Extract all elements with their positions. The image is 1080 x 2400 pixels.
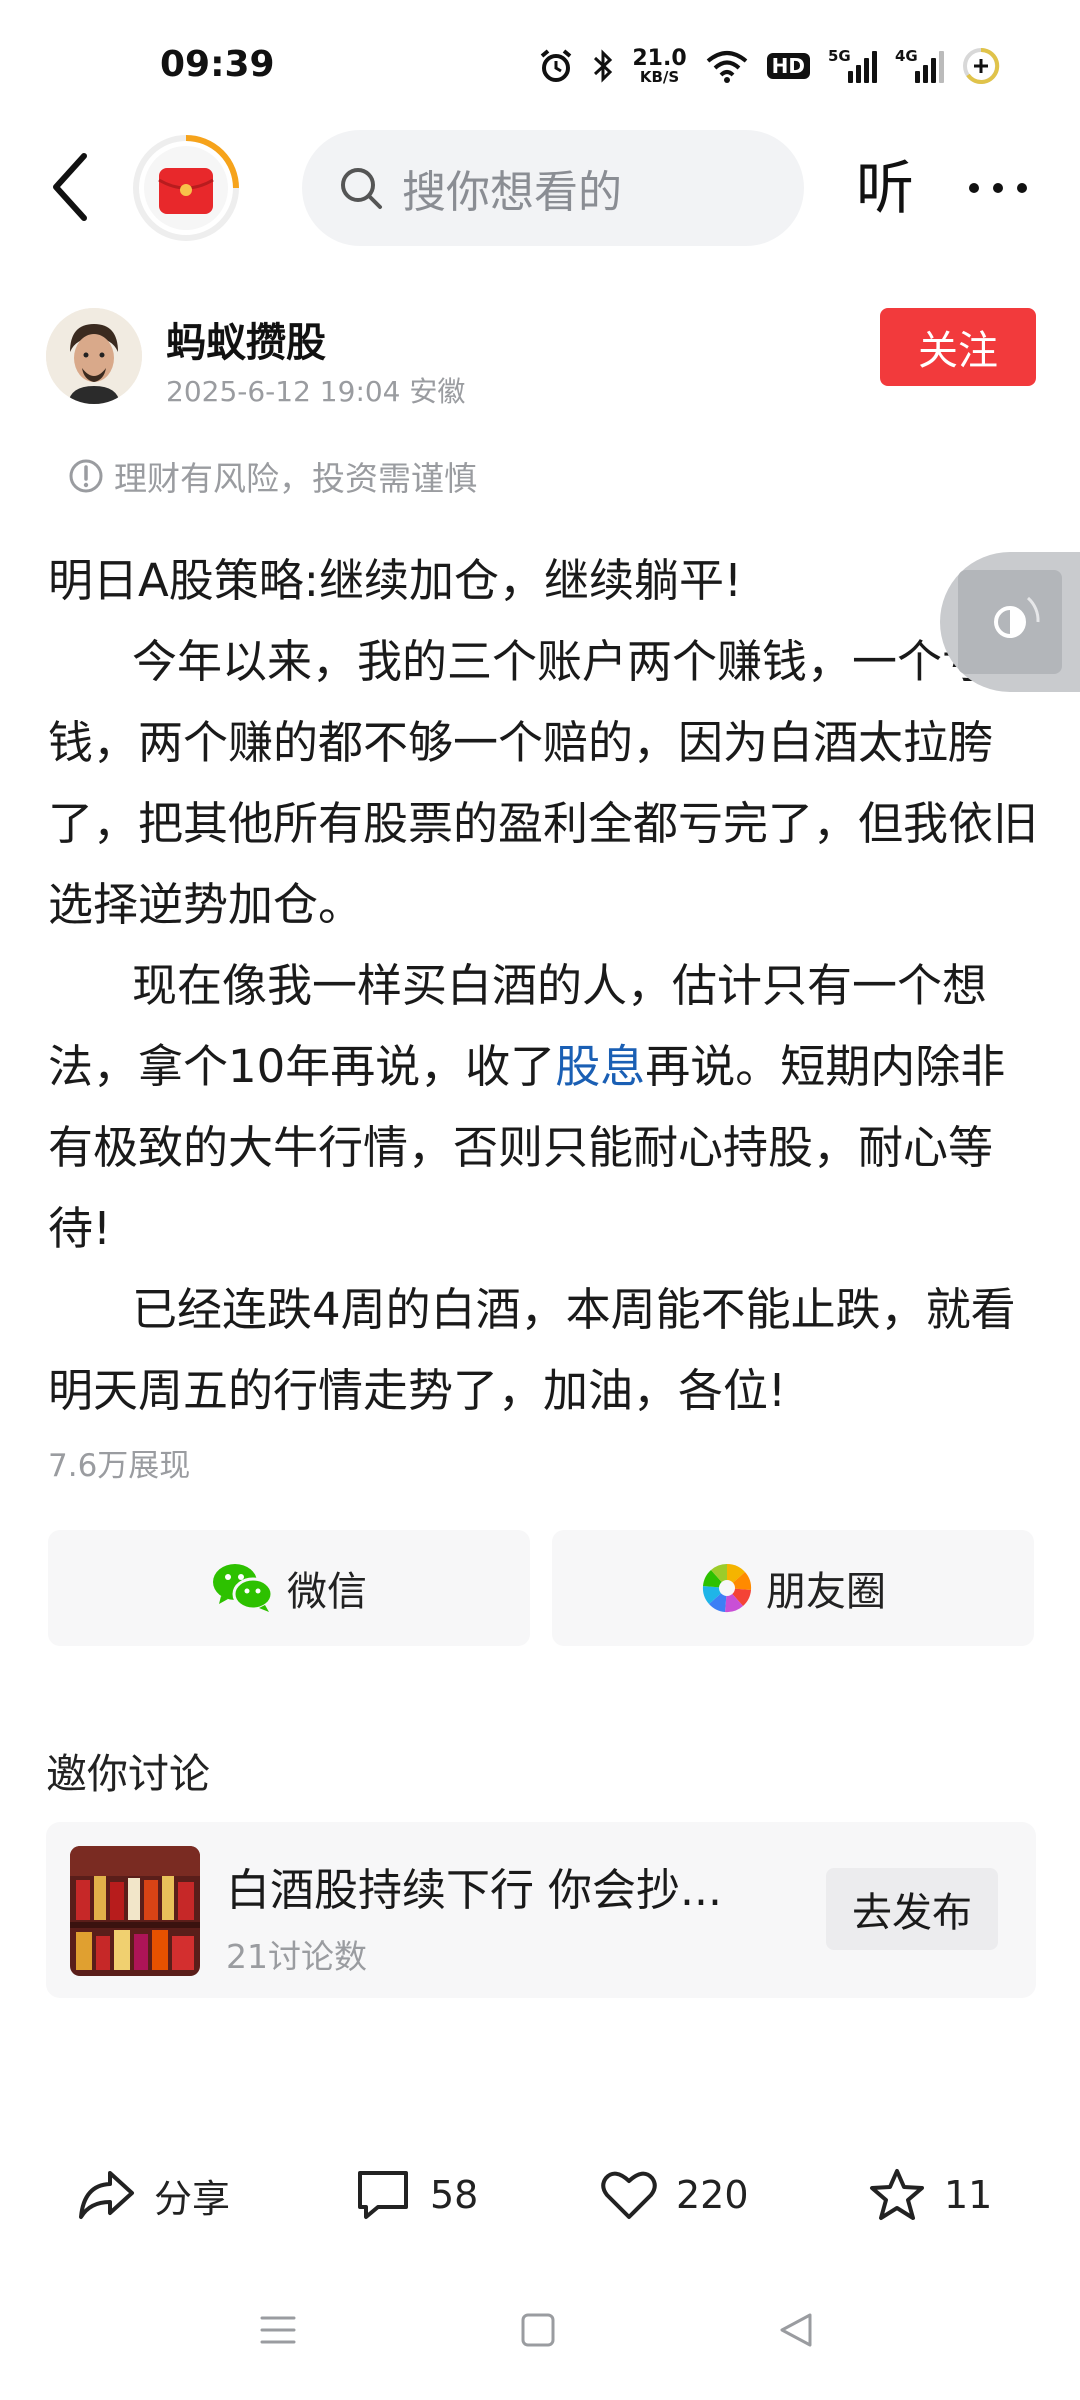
- wechat-icon: [213, 1564, 274, 1612]
- share-moments-button[interactable]: 朋友圈: [552, 1530, 1034, 1646]
- follow-button[interactable]: 关注: [880, 308, 1036, 386]
- status-icons: 21.0 KB/S HD 5G 4G: [538, 44, 1000, 88]
- author-avatar[interactable]: [46, 308, 142, 404]
- favorite-count: 11: [944, 2173, 993, 2217]
- share-icon: [79, 2171, 134, 2219]
- avatar-portrait: [46, 308, 142, 404]
- more-options-icon[interactable]: [966, 168, 1030, 208]
- paragraph-3-text: 已经连跌4周的白酒，本周能不能止跌，就看明天周五的行情走势了，加油，各位!: [48, 1283, 1016, 1417]
- search-placeholder: 搜你想看的: [402, 167, 622, 218]
- share-wechat-button[interactable]: 微信: [48, 1530, 530, 1646]
- dividend-link[interactable]: 股息: [555, 1040, 645, 1093]
- status-bar: 09:39 21.0 KB/S HD 5G 4G: [0, 0, 1080, 120]
- post-meta: 2025-6-12 19:04 安徽: [166, 375, 466, 408]
- comment-count: 58: [430, 2173, 479, 2217]
- author-name[interactable]: 蚂蚁攒股: [166, 310, 326, 368]
- signal-5g-icon: 5G: [828, 47, 877, 83]
- comment-icon: [358, 2171, 408, 2219]
- like-action[interactable]: 220: [600, 2160, 749, 2230]
- recents-menu-icon[interactable]: [258, 2310, 298, 2350]
- red-envelope-icon[interactable]: [130, 132, 242, 244]
- article-paragraph: 现在像我一样买白酒的人，估计只有一个想法，拿个10年再说，收了股息再说。短期内除…: [48, 945, 1038, 1269]
- share-moments-label: 朋友圈: [766, 1569, 886, 1615]
- publish-button[interactable]: 去发布: [826, 1868, 998, 1950]
- network-speed-value: 21.0: [632, 45, 687, 71]
- share-wechat-label: 微信: [287, 1569, 367, 1615]
- discussion-count: 21讨论数: [226, 1937, 367, 1976]
- article-body: 明日A股策略:继续加仓，继续躺平! 今年以来，我的三个账户两个赚钱，一个亏钱，两…: [48, 540, 1038, 1431]
- view-count: 7.6万展现: [48, 1448, 191, 1484]
- alarm-icon: [541, 49, 572, 82]
- paragraph-1-text: 今年以来，我的三个账户两个赚钱，一个亏钱，两个赚的都不够一个赔的，因为白酒太拉胯…: [48, 635, 1039, 931]
- floating-assist-button[interactable]: [940, 552, 1080, 692]
- like-count: 220: [676, 2173, 749, 2217]
- moments-icon: [702, 1563, 752, 1613]
- article-paragraph: 已经连跌4周的白酒，本周能不能止跌，就看明天周五的行情走势了，加油，各位!: [48, 1269, 1038, 1431]
- hd-badge: HD: [766, 53, 810, 79]
- signal-5g-label: 5G: [828, 47, 851, 65]
- network-speed-unit: KB/S: [639, 67, 680, 86]
- share-action-label: 分享: [154, 2176, 231, 2221]
- share-action[interactable]: 分享: [76, 2160, 230, 2230]
- search-bar[interactable]: 搜你想看的: [302, 130, 804, 246]
- article-paragraph: 今年以来，我的三个账户两个赚钱，一个亏钱，两个赚的都不够一个赔的，因为白酒太拉胯…: [48, 621, 1038, 945]
- search-icon: [341, 168, 382, 209]
- info-icon: [69, 459, 103, 493]
- risk-disclaimer: 理财有风险，投资需谨慎: [68, 452, 477, 500]
- home-square-icon[interactable]: [518, 2310, 558, 2350]
- status-time: 09:39: [160, 44, 275, 85]
- signal-4g-icon: 4G: [895, 47, 944, 83]
- battery-icon: [963, 47, 1000, 84]
- contrast-icon: [994, 596, 1040, 638]
- wifi-icon: [706, 51, 747, 83]
- article-title-line: 明日A股策略:继续加仓，继续躺平!: [48, 554, 742, 607]
- system-back-icon[interactable]: [776, 2310, 816, 2350]
- favorite-action[interactable]: 11: [868, 2160, 992, 2230]
- risk-disclaimer-text: 理财有风险，投资需谨慎: [114, 459, 477, 498]
- signal-4g-label: 4G: [895, 47, 918, 65]
- discussion-topic[interactable]: 白酒股持续下行 你会抄...: [226, 1854, 722, 1918]
- listen-button[interactable]: 听: [856, 150, 914, 226]
- back-arrow-icon[interactable]: [44, 150, 100, 224]
- discussion-card[interactable]: 白酒股持续下行 你会抄... 21讨论数 去发布: [46, 1822, 1036, 1998]
- comment-action[interactable]: 58: [354, 2160, 478, 2230]
- bluetooth-icon: [594, 49, 613, 83]
- network-speed: 21.0 KB/S: [632, 45, 687, 86]
- heart-icon: [601, 2171, 657, 2219]
- discussion-thumbnail: [70, 1846, 200, 1976]
- star-icon: [870, 2169, 924, 2220]
- discussion-section-title: 邀你讨论: [46, 1750, 210, 1798]
